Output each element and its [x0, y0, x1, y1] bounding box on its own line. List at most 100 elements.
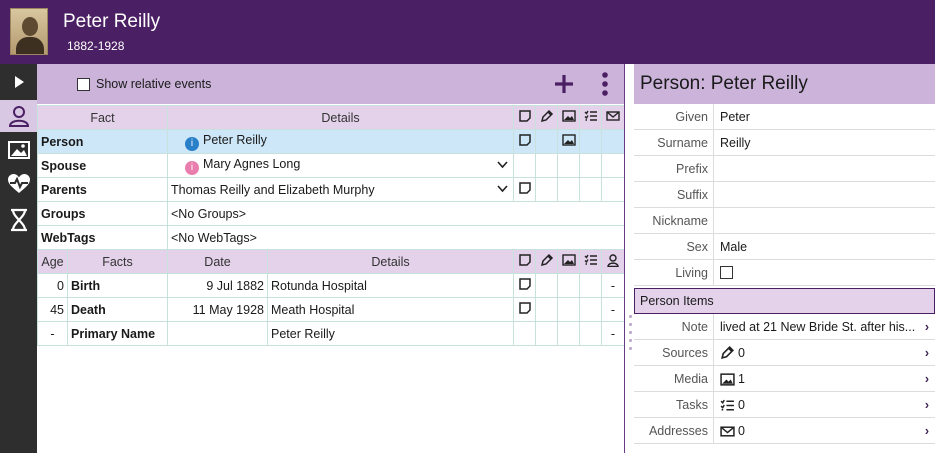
- media-view-button[interactable]: [0, 134, 37, 166]
- envelope-icon: [606, 111, 620, 121]
- task-list-icon: [584, 254, 597, 265]
- fact-row-parents[interactable]: Parents Thomas Reilly and Elizabeth Murp…: [37, 177, 625, 202]
- fact-column-header[interactable]: Fact: [37, 105, 168, 130]
- note-indicator[interactable]: [513, 273, 536, 298]
- event-row-primary-name[interactable]: - Primary Name Peter Reilly -: [37, 321, 625, 346]
- female-icon: i: [185, 160, 199, 175]
- details-column-header[interactable]: Details: [167, 105, 514, 130]
- chevron-right-icon[interactable]: ›: [925, 366, 929, 392]
- show-relative-events-option[interactable]: Show relative events: [77, 77, 211, 91]
- fact-details: i Mary Agnes Long: [167, 153, 514, 178]
- fact-label: WebTags: [37, 225, 168, 250]
- sources-value[interactable]: 0 ›: [713, 340, 935, 366]
- given-label: Given: [675, 110, 708, 124]
- note-indicator[interactable]: [513, 129, 536, 154]
- chevron-down-icon[interactable]: [497, 161, 508, 169]
- event-age: -: [37, 321, 68, 346]
- tasks-label: Tasks: [676, 398, 708, 412]
- tasks-value[interactable]: 0 ›: [713, 392, 935, 418]
- addresses-row[interactable]: Addresses 0 ›: [634, 418, 935, 444]
- fact-row-person[interactable]: Person i Peter Reilly: [37, 129, 625, 154]
- sex-row: Sex Male: [634, 234, 935, 260]
- panel-splitter[interactable]: [624, 64, 634, 453]
- details-column-header[interactable]: Details: [267, 249, 514, 274]
- fact-label: Groups: [37, 201, 168, 226]
- event-age: 0: [37, 273, 68, 298]
- chevron-right-icon[interactable]: ›: [925, 392, 929, 418]
- nickname-field[interactable]: [713, 208, 935, 234]
- suffix-field[interactable]: [713, 182, 935, 208]
- person-column-header[interactable]: [601, 249, 625, 274]
- nickname-label: Nickname: [652, 214, 708, 228]
- expand-button[interactable]: [0, 66, 37, 98]
- media-column-header[interactable]: [557, 249, 580, 274]
- person-details-panel: Person: Peter Reilly Given Peter Surname…: [634, 64, 935, 453]
- sources-column-header[interactable]: [535, 105, 558, 130]
- fact-label: Parents: [37, 177, 168, 202]
- note-icon: [518, 182, 531, 194]
- given-row: Given Peter: [634, 104, 935, 130]
- sources-column-header[interactable]: [535, 249, 558, 274]
- events-header-row: Age Facts Date Details: [37, 249, 625, 274]
- task-list-icon: [720, 399, 734, 411]
- person-photo[interactable]: [10, 8, 48, 55]
- note-indicator[interactable]: [513, 177, 536, 202]
- plus-icon: [555, 75, 573, 93]
- image-icon: [561, 110, 576, 122]
- facts-column-header[interactable]: Facts: [67, 249, 168, 274]
- image-icon: [561, 254, 576, 266]
- event-row-death[interactable]: 45 Death 11 May 1928 Meath Hospital -: [37, 297, 625, 322]
- more-options-button[interactable]: [593, 72, 617, 96]
- fact-row-webtags[interactable]: WebTags <No WebTags>: [37, 225, 625, 250]
- chevron-right-icon[interactable]: ›: [925, 418, 929, 444]
- person-icon: [8, 106, 29, 127]
- chevron-right-icon[interactable]: ›: [925, 340, 929, 366]
- prefix-row: Prefix: [634, 156, 935, 182]
- surname-field[interactable]: Reilly: [713, 130, 935, 156]
- given-field[interactable]: Peter: [713, 104, 935, 130]
- media-indicator[interactable]: [557, 129, 580, 154]
- note-label: Note: [681, 320, 708, 334]
- date-column-header[interactable]: Date: [167, 249, 268, 274]
- media-row[interactable]: Media 1 ›: [634, 366, 935, 392]
- event-row-birth[interactable]: 0 Birth 9 Jul 1882 Rotunda Hospital -: [37, 273, 625, 298]
- timeline-view-button[interactable]: [0, 204, 37, 236]
- pen-icon: [721, 346, 734, 359]
- note-value[interactable]: lived at 21 New Bride St. after his... ›: [713, 314, 935, 340]
- navigation-rail: [0, 64, 37, 453]
- note-icon: [518, 278, 531, 290]
- addresses-value[interactable]: 0 ›: [713, 418, 935, 444]
- fact-row-groups[interactable]: Groups <No Groups>: [37, 201, 625, 226]
- health-view-button[interactable]: [0, 168, 37, 200]
- note-indicator[interactable]: [513, 297, 536, 322]
- sources-row[interactable]: Sources 0 ›: [634, 340, 935, 366]
- media-column-header[interactable]: [557, 105, 580, 130]
- tasks-column-header[interactable]: [579, 105, 602, 130]
- panel-title: Person: Peter Reilly: [634, 64, 935, 104]
- suffix-row: Suffix: [634, 182, 935, 208]
- fact-details: i Peter Reilly: [167, 129, 514, 154]
- facts-toolbar: Show relative events: [37, 64, 624, 104]
- show-relative-events-checkbox[interactable]: [77, 77, 90, 91]
- notes-column-header[interactable]: [513, 249, 536, 274]
- addresses-column-header[interactable]: [601, 105, 625, 130]
- note-row[interactable]: Note lived at 21 New Bride St. after his…: [634, 314, 935, 340]
- age-column-header[interactable]: Age: [37, 249, 68, 274]
- sex-field[interactable]: Male: [713, 234, 935, 260]
- person-view-button[interactable]: [0, 100, 37, 132]
- chevron-down-icon[interactable]: [497, 185, 508, 193]
- event-date: [167, 321, 268, 346]
- show-relative-events-label: Show relative events: [96, 77, 212, 91]
- chevron-right-icon[interactable]: ›: [925, 314, 929, 340]
- prefix-field[interactable]: [713, 156, 935, 182]
- image-icon: [720, 373, 735, 386]
- note-icon: [518, 254, 531, 266]
- media-value[interactable]: 1 ›: [713, 366, 935, 392]
- add-fact-button[interactable]: [552, 72, 576, 96]
- tasks-row[interactable]: Tasks 0 ›: [634, 392, 935, 418]
- tasks-column-header[interactable]: [579, 249, 602, 274]
- notes-column-header[interactable]: [513, 105, 536, 130]
- image-icon: [561, 134, 576, 146]
- living-checkbox[interactable]: [720, 266, 733, 279]
- fact-row-spouse[interactable]: Spouse i Mary Agnes Long: [37, 153, 625, 178]
